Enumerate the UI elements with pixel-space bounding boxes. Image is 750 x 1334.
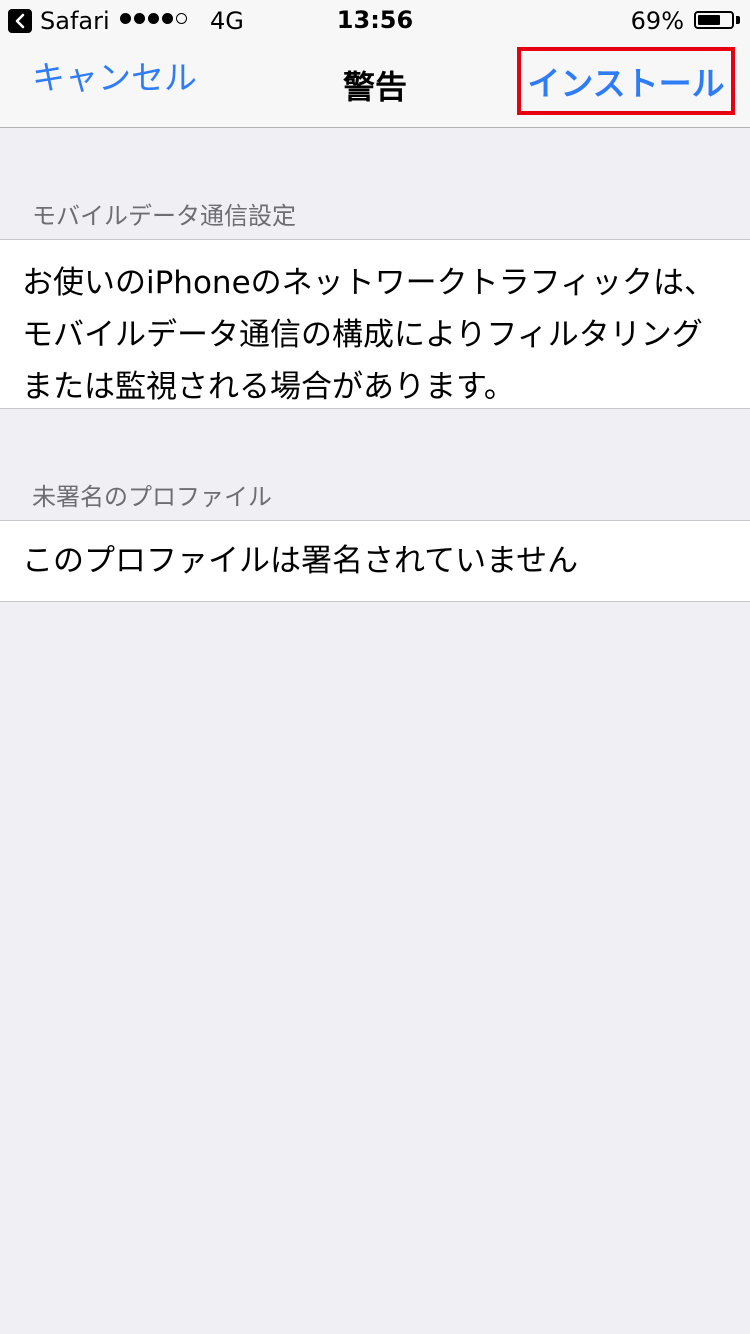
warning-line: モバイルデータ通信の構成によりフィルタリング	[22, 317, 703, 353]
section-header-unsigned-profile: 未署名のプロファイル	[32, 483, 272, 511]
navigation-bar: キャンセル 警告 インストール	[0, 40, 750, 128]
status-bar: Safari 4G 13:56 69%	[0, 0, 750, 40]
battery-percent: 69%	[630, 7, 684, 35]
mobile-data-warning-text: お使いのiPhoneのネットワークトラフィックは、 モバイルデータ通信の構成によ…	[22, 257, 728, 413]
warning-line: お使いのiPhoneのネットワークトラフィックは、	[22, 265, 716, 301]
battery-level-fill	[698, 15, 720, 25]
mobile-data-warning-cell: お使いのiPhoneのネットワークトラフィックは、 モバイルデータ通信の構成によ…	[0, 239, 750, 409]
battery-icon	[694, 11, 734, 29]
unsigned-profile-line: このプロファイルは署名されていません	[22, 543, 579, 579]
section-header-mobile-data: モバイルデータ通信設定	[32, 202, 296, 230]
unsigned-profile-text: このプロファイルは署名されていません	[22, 535, 728, 587]
unsigned-profile-cell: このプロファイルは署名されていません	[0, 520, 750, 602]
battery-tip	[736, 16, 740, 24]
warning-line: または監視される場合があります。	[22, 369, 515, 405]
install-button[interactable]: インストール	[517, 47, 735, 115]
